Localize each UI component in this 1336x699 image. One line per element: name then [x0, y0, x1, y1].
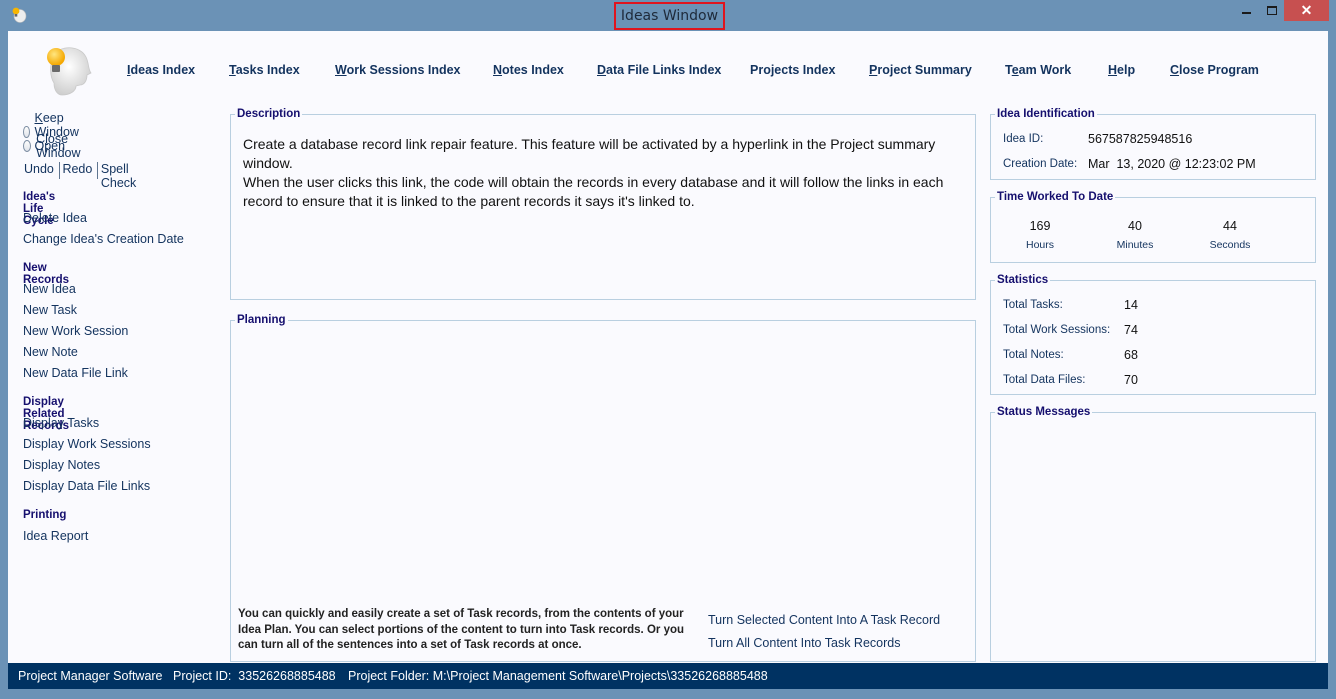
radio-label: Close Window — [36, 132, 81, 160]
description-label: Description — [235, 107, 303, 121]
title-bar[interactable]: Ideas Window ✕ — [0, 0, 1336, 31]
project-id: Project ID: 33526268885488 — [173, 669, 336, 683]
section-heading-printing: Printing — [23, 509, 67, 521]
creation-date-value: Mar 13, 2020 @ 12:23:02 PM — [1088, 157, 1256, 171]
app-lightbulb-head-icon[interactable] — [10, 6, 27, 23]
edit-toolbar: Undo Redo Spell Check — [23, 162, 140, 190]
status-bar: Project Manager Software Project ID: 335… — [8, 663, 1328, 689]
total-notes-label: Total Notes: — [1003, 349, 1064, 361]
idea-id-value: 567587825948516 — [1088, 132, 1193, 146]
nav-close-program[interactable]: Close Program — [1170, 63, 1259, 77]
new-idea-link[interactable]: New Idea — [23, 282, 76, 296]
undo-button[interactable]: Undo — [23, 162, 57, 190]
toolbar-separator — [58, 162, 60, 179]
turn-selected-into-task-link[interactable]: Turn Selected Content Into A Task Record — [708, 613, 940, 627]
planning-label: Planning — [235, 313, 288, 327]
app-name: Project Manager Software — [18, 669, 163, 683]
nav-project-summary[interactable]: Project Summary — [869, 63, 972, 77]
toolbar-separator — [97, 162, 98, 179]
minutes-value: 40 — [1128, 219, 1142, 233]
nav-help[interactable]: Help — [1108, 63, 1135, 77]
project-folder: Project Folder: M:\Project Management So… — [348, 669, 768, 683]
radio-button[interactable] — [23, 140, 32, 152]
hours-value: 169 — [1029, 219, 1051, 233]
total-tasks-label: Total Tasks: — [1003, 299, 1063, 311]
display-notes-link[interactable]: Display Notes — [23, 458, 100, 472]
nav-data-file-links-index[interactable]: Data File Links Index — [597, 63, 721, 77]
nav-tasks-index[interactable]: Tasks Index — [229, 63, 300, 77]
maximize-icon — [1267, 6, 1277, 15]
total-work-sessions-label: Total Work Sessions: — [1003, 324, 1111, 336]
delete-idea-link[interactable]: Delete Idea — [23, 211, 87, 225]
display-tasks-link[interactable]: Display Tasks — [23, 416, 99, 430]
nav-team-work[interactable]: Team Work — [1005, 63, 1071, 77]
window-client-area: Ideas Index Tasks Index Work Sessions In… — [8, 31, 1328, 663]
new-task-link[interactable]: New Task — [23, 303, 77, 317]
seconds-label: Seconds — [1209, 239, 1251, 251]
status-messages-label: Status Messages — [995, 405, 1093, 419]
idea-identification-group: Idea Identification Idea ID: 56758782594… — [990, 107, 1316, 180]
statistics-label: Statistics — [995, 273, 1051, 287]
close-icon: ✕ — [1300, 2, 1313, 18]
minimize-button[interactable] — [1232, 0, 1260, 21]
planning-text-area[interactable] — [237, 333, 969, 598]
planning-help-text: You can quickly and easily create a set … — [238, 608, 685, 651]
statistics-group: Statistics Total Tasks: 14 Total Work Se… — [990, 273, 1316, 395]
spell-check-button[interactable]: Spell Check — [100, 162, 140, 190]
total-notes-value: 68 — [1124, 348, 1138, 362]
idea-id-label: Idea ID: — [1003, 133, 1044, 145]
maximize-button[interactable] — [1258, 0, 1286, 21]
total-work-sessions-value: 74 — [1124, 323, 1138, 337]
new-note-link[interactable]: New Note — [23, 345, 78, 359]
description-group: Description Create a database record lin… — [230, 107, 976, 300]
display-work-sessions-link[interactable]: Display Work Sessions — [23, 437, 151, 451]
nav-projects-index[interactable]: Projects Index — [750, 63, 835, 77]
new-data-file-link-link[interactable]: New Data File Link — [23, 366, 128, 380]
description-text-area[interactable]: Create a database record link repair fea… — [243, 135, 968, 211]
creation-date-label: Creation Date: — [1003, 158, 1078, 170]
display-data-file-links-link[interactable]: Display Data File Links — [23, 479, 150, 493]
change-creation-date-link[interactable]: Change Idea's Creation Date — [23, 232, 184, 246]
close-window-radio[interactable]: Close Window — [23, 132, 84, 160]
total-data-files-value: 70 — [1124, 373, 1138, 387]
new-work-session-link[interactable]: New Work Session — [23, 324, 128, 338]
nav-notes-index[interactable]: Notes Index — [493, 63, 564, 77]
status-messages-area — [997, 425, 1309, 655]
nav-ideas-index[interactable]: Ideas Index — [127, 63, 195, 77]
status-messages-group: Status Messages — [990, 405, 1316, 662]
window-title: Ideas Window — [614, 2, 725, 30]
idea-identification-label: Idea Identification — [995, 107, 1097, 121]
minimize-icon — [1241, 12, 1251, 14]
top-navigation: Ideas Index Tasks Index Work Sessions In… — [8, 63, 1328, 81]
nav-work-sessions-index[interactable]: Work Sessions Index — [335, 63, 461, 77]
redo-button[interactable]: Redo — [61, 162, 95, 190]
time-worked-group: Time Worked To Date 169 Hours 40 Minutes… — [990, 190, 1316, 263]
planning-group: Planning You can quickly and easily crea… — [230, 313, 976, 662]
time-worked-label: Time Worked To Date — [995, 190, 1116, 204]
minutes-label: Minutes — [1116, 239, 1154, 251]
hours-label: Hours — [1025, 239, 1054, 251]
total-data-files-label: Total Data Files: — [1003, 374, 1086, 386]
idea-report-link[interactable]: Idea Report — [23, 529, 88, 543]
total-tasks-value: 14 — [1124, 298, 1138, 312]
close-button[interactable]: ✕ — [1284, 0, 1329, 21]
turn-all-into-tasks-link[interactable]: Turn All Content Into Task Records — [708, 636, 900, 650]
seconds-value: 44 — [1223, 219, 1237, 233]
